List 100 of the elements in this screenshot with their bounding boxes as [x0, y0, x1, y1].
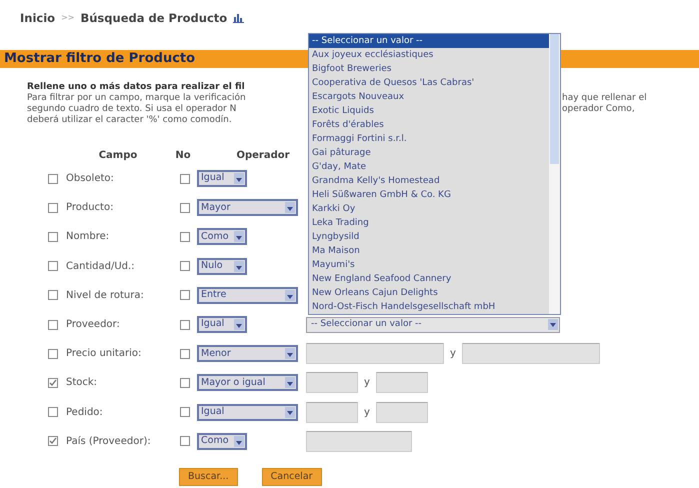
input-field[interactable]: [306, 372, 358, 394]
operator-value: Mayor: [201, 200, 230, 215]
operator-value: Entre: [201, 288, 226, 302]
field-label: Producto:: [66, 202, 114, 214]
caret-icon: [234, 319, 244, 330]
checkbox[interactable]: [180, 348, 190, 359]
operator-select[interactable]: Nulo: [197, 258, 247, 275]
dropdown-option[interactable]: New Orleans Cajun Delights: [309, 286, 549, 300]
dropdown-option[interactable]: Cooperativa de Quesos 'Las Cabras': [309, 76, 549, 90]
operator-value: Nulo: [201, 259, 223, 274]
checkbox[interactable]: [180, 232, 190, 242]
description-text: operador Como,: [562, 104, 635, 115]
dropdown-option[interactable]: Ma Maison: [309, 244, 549, 258]
field-label: Pedido:: [66, 406, 103, 418]
operator-select[interactable]: Igual: [197, 316, 247, 334]
checkbox[interactable]: [180, 202, 190, 213]
input-field[interactable]: [306, 402, 358, 423]
operator-select[interactable]: Menor: [197, 345, 298, 362]
dropdown-list[interactable]: [308, 33, 561, 315]
checkbox[interactable]: [48, 174, 58, 184]
operator-value: Igual: [201, 171, 224, 186]
breadcrumb-separator: >>: [61, 12, 74, 24]
home-link[interactable]: Inicio: [20, 10, 56, 28]
field-label: Nombre:: [66, 231, 110, 242]
dropdown-option[interactable]: Leka Trading: [309, 216, 549, 230]
checkbox[interactable]: [48, 436, 58, 446]
operator-value: Menor: [201, 346, 231, 361]
dropdown-option[interactable]: -- Seleccionar un valor --: [309, 34, 549, 48]
dropdown-option[interactable]: Nord-Ost-Fisch Handelsgesellschaft mbH: [309, 300, 549, 314]
form-button[interactable]: Cancelar: [262, 468, 322, 486]
caret-icon: [285, 202, 295, 214]
page-title: Búsqueda de Producto: [80, 10, 228, 27]
checkbox[interactable]: [180, 261, 190, 272]
field-label: Precio unitario:: [66, 348, 142, 360]
checkbox[interactable]: [180, 407, 190, 418]
dropdown-option[interactable]: Lyngbysild: [309, 230, 549, 244]
operator-select[interactable]: Igual: [197, 404, 298, 421]
dropdown-option[interactable]: G'day, Mate: [309, 160, 549, 174]
input-field[interactable]: [376, 372, 428, 394]
checkbox[interactable]: [48, 261, 58, 272]
caret-icon: [234, 231, 244, 242]
checkbox[interactable]: [48, 202, 58, 213]
select-value: -- Seleccionar un valor --: [311, 318, 422, 331]
input-field[interactable]: [376, 402, 428, 423]
description-text: segundo cuadro de texto. Si usa el operador N: [27, 104, 238, 115]
range-separator: y: [363, 376, 371, 390]
dropdown-option[interactable]: New England Seafood Cannery: [309, 272, 549, 286]
dropdown-option[interactable]: Heli Süßwaren GmbH & Co. KG: [309, 188, 549, 202]
dropdown-option[interactable]: Formaggi Fortini s.r.l.: [309, 132, 549, 146]
operator-select[interactable]: Mayor o igual: [197, 374, 298, 392]
dropdown-option[interactable]: Escargots Nouveaux: [309, 90, 549, 104]
dropdown-option[interactable]: Karkki Oy: [309, 202, 549, 216]
dropdown-option[interactable]: Exotic Liquids: [309, 104, 549, 118]
operator-select[interactable]: Igual: [197, 170, 247, 188]
operator-select[interactable]: Mayor: [197, 199, 298, 216]
checkbox[interactable]: [180, 378, 190, 388]
field-label: Nivel de rotura:: [66, 290, 144, 301]
field-label: Stock:: [66, 377, 98, 388]
input-field[interactable]: [306, 343, 444, 364]
field-label: Proveedor:: [66, 319, 120, 330]
column-header: No: [175, 150, 191, 161]
caret-icon: [548, 319, 558, 330]
dropdown-option[interactable]: Grandma Kelly's Homestead: [309, 174, 549, 188]
range-separator: y: [449, 347, 457, 362]
field-label: Obsoleto:: [66, 173, 114, 184]
column-header: Campo: [98, 150, 138, 161]
input-field[interactable]: [306, 430, 412, 452]
operator-select[interactable]: Como: [197, 432, 247, 450]
scroll-thumb[interactable]: [550, 34, 559, 164]
column-header: Operador: [236, 150, 290, 161]
checkbox[interactable]: [180, 174, 190, 184]
description-text: deberá utilizar el caracter '%' como comodín.: [27, 115, 233, 126]
checkbox[interactable]: [180, 320, 190, 330]
form-button[interactable]: Buscar...: [179, 468, 238, 486]
checkbox[interactable]: [180, 436, 190, 446]
supplier-select[interactable]: -- Seleccionar un valor --: [306, 316, 560, 333]
scrollbar[interactable]: [549, 34, 560, 314]
operator-value: Como: [201, 434, 229, 448]
checkbox[interactable]: [48, 348, 58, 359]
checkbox[interactable]: [48, 320, 58, 330]
operator-value: Mayor o igual: [201, 376, 266, 390]
checkbox[interactable]: [48, 407, 58, 418]
operator-select[interactable]: Entre: [197, 286, 298, 304]
caret-icon: [285, 290, 295, 301]
field-label: País (Proveedor):: [66, 436, 151, 447]
checkbox[interactable]: [48, 378, 58, 388]
range-separator: y: [363, 406, 371, 420]
dropdown-option[interactable]: Gai pâturage: [309, 146, 549, 160]
checkbox[interactable]: [48, 290, 58, 300]
caret-icon: [234, 436, 244, 447]
dropdown-option[interactable]: Mayumi's: [309, 258, 549, 272]
dropdown-option[interactable]: Aux joyeux ecclésiastiques: [309, 48, 549, 62]
input-field[interactable]: [462, 343, 600, 364]
operator-value: Como: [201, 230, 229, 244]
caret-icon: [234, 173, 244, 184]
dropdown-option[interactable]: Forêts d'érables: [309, 118, 549, 132]
operator-select[interactable]: Como: [197, 228, 247, 246]
operator-value: Igual: [201, 317, 224, 332]
checkbox[interactable]: [48, 232, 58, 242]
checkbox[interactable]: [180, 290, 190, 300]
